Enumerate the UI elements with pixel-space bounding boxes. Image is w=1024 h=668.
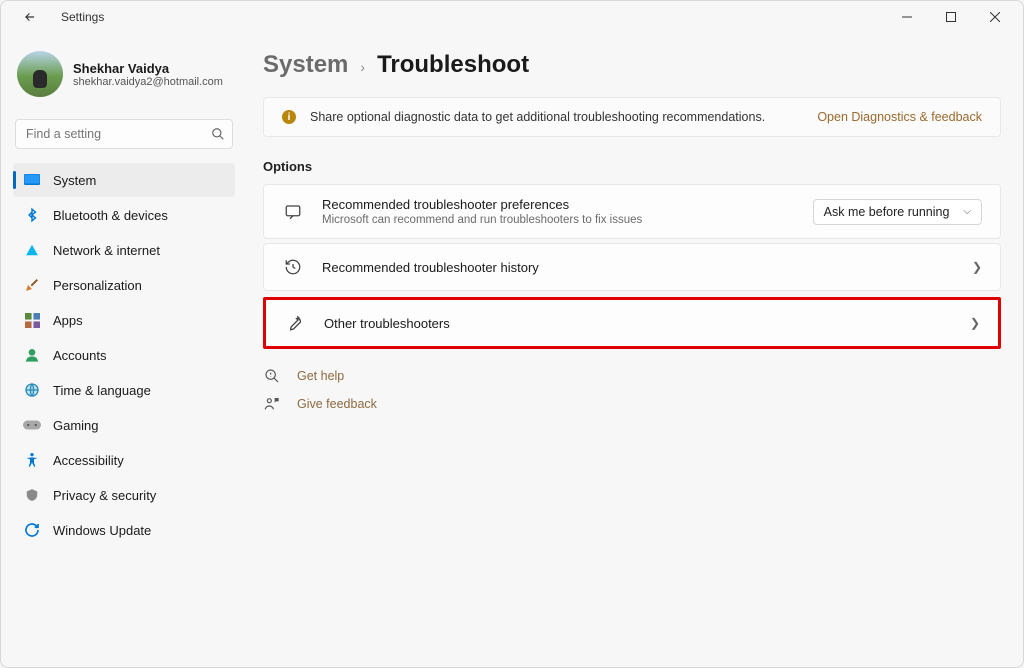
chat-icon [282, 201, 304, 223]
profile-name: Shekhar Vaidya [73, 61, 223, 76]
system-icon [23, 171, 41, 189]
other-title: Other troubleshooters [324, 316, 952, 331]
close-button[interactable] [973, 3, 1017, 31]
settings-window: Settings Shekhar Vaidya shekhar.vaidya2@… [0, 0, 1024, 668]
prefs-dropdown[interactable]: Ask me before running ⌵ [813, 199, 982, 225]
nav: System Bluetooth & devices Network & int… [13, 163, 235, 547]
breadcrumb-system[interactable]: System [263, 51, 348, 79]
get-help-link[interactable]: Get help [263, 367, 1001, 385]
give-feedback-label: Give feedback [297, 397, 377, 411]
sidebar-item-time-language[interactable]: Time & language [13, 373, 235, 407]
breadcrumb: System › Troubleshoot [263, 51, 1001, 79]
sidebar-item-system[interactable]: System [13, 163, 235, 197]
sidebar-item-label: Accessibility [53, 453, 124, 468]
sidebar-item-gaming[interactable]: Gaming [13, 408, 235, 442]
prefs-row: Recommended troubleshooter preferences M… [264, 185, 1000, 238]
sidebar-item-label: Apps [53, 313, 83, 328]
sidebar-item-network[interactable]: Network & internet [13, 233, 235, 267]
maximize-button[interactable] [929, 3, 973, 31]
window-title: Settings [61, 10, 104, 24]
info-icon: i [282, 110, 296, 124]
history-icon [282, 256, 304, 278]
sidebar-item-label: System [53, 173, 96, 188]
titlebar: Settings [1, 1, 1023, 33]
body: Shekhar Vaidya shekhar.vaidya2@hotmail.c… [1, 33, 1023, 667]
prefs-sub: Microsoft can recommend and run troubles… [322, 214, 795, 226]
other-troubleshooters-card[interactable]: Other troubleshooters ❯ [263, 297, 1001, 349]
open-diagnostics-link[interactable]: Open Diagnostics & feedback [817, 110, 982, 124]
profile-text: Shekhar Vaidya shekhar.vaidya2@hotmail.c… [73, 61, 223, 88]
time-language-icon [23, 381, 41, 399]
apps-icon [23, 311, 41, 329]
breadcrumb-troubleshoot: Troubleshoot [377, 51, 529, 79]
minimize-icon [902, 12, 912, 22]
history-title: Recommended troubleshooter history [322, 260, 954, 275]
sidebar-item-label: Accounts [53, 348, 106, 363]
search-input[interactable] [15, 119, 233, 149]
help-links: Get help Give feedback [263, 367, 1001, 413]
main-content: System › Troubleshoot i Share optional d… [243, 33, 1023, 667]
help-icon [263, 367, 281, 385]
privacy-icon [23, 486, 41, 504]
minimize-button[interactable] [885, 3, 929, 31]
accessibility-icon [23, 451, 41, 469]
prefs-text: Recommended troubleshooter preferences M… [322, 197, 795, 226]
window-controls [885, 3, 1017, 31]
get-help-label: Get help [297, 369, 344, 383]
sidebar-item-label: Time & language [53, 383, 151, 398]
sidebar-item-label: Windows Update [53, 523, 151, 538]
prefs-title: Recommended troubleshooter preferences [322, 197, 795, 212]
search-icon [211, 127, 225, 141]
chevron-right-icon: ❯ [970, 316, 980, 330]
other-text: Other troubleshooters [324, 316, 952, 331]
sidebar-item-accounts[interactable]: Accounts [13, 338, 235, 372]
dropdown-value: Ask me before running [824, 205, 950, 219]
sidebar-item-personalization[interactable]: Personalization [13, 268, 235, 302]
arrow-left-icon [23, 10, 37, 24]
windows-update-icon [23, 521, 41, 539]
chevron-down-icon: ⌵ [963, 206, 971, 217]
sidebar-item-apps[interactable]: Apps [13, 303, 235, 337]
sidebar-item-privacy[interactable]: Privacy & security [13, 478, 235, 512]
sidebar-item-accessibility[interactable]: Accessibility [13, 443, 235, 477]
search-container [15, 119, 233, 149]
history-card[interactable]: Recommended troubleshooter history ❯ [263, 243, 1001, 291]
accounts-icon [23, 346, 41, 364]
user-profile[interactable]: Shekhar Vaidya shekhar.vaidya2@hotmail.c… [13, 43, 235, 113]
history-row: Recommended troubleshooter history ❯ [264, 244, 1000, 290]
close-icon [990, 12, 1000, 22]
sidebar-item-bluetooth[interactable]: Bluetooth & devices [13, 198, 235, 232]
sidebar-item-label: Network & internet [53, 243, 160, 258]
avatar [17, 51, 63, 97]
sidebar-item-label: Bluetooth & devices [53, 208, 168, 223]
maximize-icon [946, 12, 956, 22]
feedback-icon [263, 395, 281, 413]
sidebar-item-label: Personalization [53, 278, 142, 293]
profile-email: shekhar.vaidya2@hotmail.com [73, 76, 223, 88]
gaming-icon [23, 416, 41, 434]
sidebar: Shekhar Vaidya shekhar.vaidya2@hotmail.c… [1, 33, 243, 667]
bluetooth-icon [23, 206, 41, 224]
sidebar-item-label: Privacy & security [53, 488, 156, 503]
network-icon [23, 241, 41, 259]
back-button[interactable] [23, 10, 47, 24]
other-row: Other troubleshooters ❯ [266, 300, 998, 346]
sidebar-item-windows-update[interactable]: Windows Update [13, 513, 235, 547]
diagnostics-banner: i Share optional diagnostic data to get … [263, 97, 1001, 137]
chevron-right-icon: ❯ [972, 260, 982, 274]
history-text: Recommended troubleshooter history [322, 260, 954, 275]
chevron-right-icon: › [360, 59, 365, 75]
give-feedback-link[interactable]: Give feedback [263, 395, 1001, 413]
options-label: Options [263, 159, 1001, 174]
personalization-icon [23, 276, 41, 294]
banner-text: Share optional diagnostic data to get ad… [310, 110, 803, 124]
sidebar-item-label: Gaming [53, 418, 99, 433]
wrench-icon [284, 312, 306, 334]
prefs-card: Recommended troubleshooter preferences M… [263, 184, 1001, 239]
